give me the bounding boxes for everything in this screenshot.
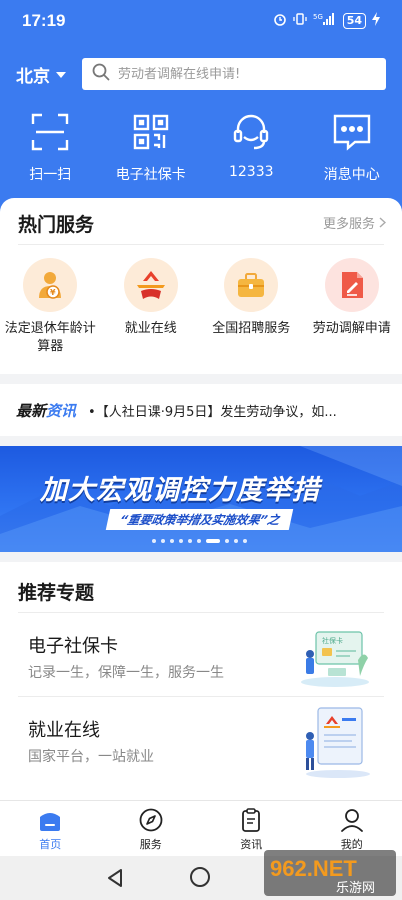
carousel-dot-active[interactable] <box>206 539 220 543</box>
home-button-icon[interactable] <box>190 867 210 887</box>
status-icons: 5G 54 <box>273 12 380 29</box>
topic-social-card[interactable]: 电子社保卡 记录一生，保障一生，服务一生 社保卡 <box>0 614 402 700</box>
more-label: 更多服务 <box>322 217 375 232</box>
tab-news[interactable]: 资讯 <box>201 801 302 856</box>
search-input[interactable] <box>118 66 368 82</box>
svg-text:社保卡: 社保卡 <box>322 636 343 645</box>
banner-title: 加大宏观调控力度举措 <box>40 475 320 506</box>
tab-home[interactable]: 首页 <box>0 801 101 856</box>
carousel-dot[interactable] <box>170 539 174 543</box>
recommended-section: 推荐专题 电子社保卡 记录一生，保障一生，服务一生 社保卡 就业在线 国家平台，… <box>0 562 402 802</box>
promo-banner[interactable]: 加大宏观调控力度举措 “重要政策举措及实施效果”之 <box>0 446 402 552</box>
service-recruitment[interactable]: 全国招聘服务 <box>201 258 302 356</box>
quick-hotline[interactable]: 12333 <box>201 110 302 184</box>
topic-desc: 记录一生，保障一生，服务一生 <box>28 665 224 681</box>
hot-services-card: 热门服务 更多服务 ¥ 法定退休年龄计算器 就业在线 全国招聘服务 劳动调解申请 <box>0 198 402 374</box>
divider <box>18 244 384 245</box>
svg-text:5G: 5G <box>313 13 323 21</box>
service-label: 全国招聘服务 <box>212 321 291 336</box>
topic-employment[interactable]: 就业在线 国家平台，一站就业 <box>0 698 402 784</box>
bottom-tab-bar: 首页 服务 资讯 我的 <box>0 800 402 856</box>
tab-label: 首页 <box>39 838 62 851</box>
carousel-dot[interactable] <box>197 539 201 543</box>
watermark-text: 962.NET <box>270 856 357 881</box>
tab-services[interactable]: 服务 <box>101 801 202 856</box>
social-card-illustration: 社保卡 <box>301 631 369 687</box>
carousel-dot[interactable] <box>161 539 165 543</box>
carousel-dot[interactable] <box>234 539 238 543</box>
search-bar[interactable] <box>82 58 386 90</box>
employment-logo-icon <box>123 258 178 312</box>
quick-label: 12333 <box>228 164 274 180</box>
tab-label: 资讯 <box>240 838 263 851</box>
clipboard-icon <box>238 807 264 833</box>
divider <box>18 696 384 697</box>
carousel-dot[interactable] <box>243 539 247 543</box>
chevron-down-icon <box>56 71 66 78</box>
quick-scan[interactable]: 扫一扫 <box>0 110 101 184</box>
services-grid: ¥ 法定退休年龄计算器 就业在线 全国招聘服务 劳动调解申请 <box>0 258 402 356</box>
carousel-dot[interactable] <box>188 539 192 543</box>
home-icon <box>37 807 63 833</box>
topic-name: 电子社保卡 <box>28 636 118 657</box>
quick-actions: 扫一扫 电子社保卡 12333 消息中心 <box>0 110 402 184</box>
watermark-logo: 962.NET 乐游网 <box>264 850 396 896</box>
city-label: 北京 <box>16 67 50 87</box>
document-edit-icon <box>324 258 379 312</box>
chevron-right-icon <box>379 217 386 228</box>
service-employment[interactable]: 就业在线 <box>101 258 202 356</box>
employment-illustration <box>306 707 370 778</box>
news-logo: 最新资讯 <box>16 400 76 421</box>
topic-desc: 国家平台，一站就业 <box>28 749 154 765</box>
carousel-dots[interactable] <box>152 539 247 543</box>
header: 17:19 5G 54 北京 劳动者调解在线申请! 扫一扫 电子社保卡 1233… <box>0 0 402 230</box>
tab-profile[interactable]: 我的 <box>302 801 402 856</box>
back-icon[interactable] <box>106 868 124 888</box>
divider <box>18 612 384 613</box>
svg-text:¥: ¥ <box>50 288 56 297</box>
retirement-calculator-icon: ¥ <box>23 258 78 312</box>
tab-label: 服务 <box>139 838 162 851</box>
section-title: 推荐专题 <box>18 582 95 604</box>
briefcase-icon <box>224 258 279 312</box>
quick-label: 电子社保卡 <box>115 167 186 183</box>
alarm-icon <box>273 12 287 29</box>
carousel-dot[interactable] <box>179 539 183 543</box>
banner-subtitle: “重要政策举措及实施效果”之 <box>105 509 294 530</box>
more-services-link[interactable]: 更多服务 <box>323 213 386 232</box>
battery-indicator: 54 <box>342 12 366 29</box>
news-logo-main: 最新 <box>16 401 47 420</box>
quick-social-card[interactable]: 电子社保卡 <box>101 110 202 184</box>
compass-icon <box>138 807 164 833</box>
carousel-dot[interactable] <box>225 539 229 543</box>
quick-label: 消息中心 <box>323 167 380 183</box>
section-title: 热门服务 <box>18 214 95 236</box>
carousel-dot[interactable] <box>152 539 156 543</box>
qr-code-icon <box>129 110 173 154</box>
service-label: 就业在线 <box>124 321 177 336</box>
charging-icon <box>372 12 380 29</box>
watermark-sub: 乐游网 <box>336 881 375 896</box>
status-time: 17:19 <box>22 11 66 30</box>
news-ticker[interactable]: 最新资讯 •【人社日课·9月5日】发生劳动争议，如... <box>0 384 402 436</box>
service-label: 法定退休年龄计算器 <box>4 321 96 354</box>
service-label: 劳动调解申请 <box>312 321 391 336</box>
news-logo-accent: 资讯 <box>46 401 77 420</box>
message-icon <box>330 110 374 154</box>
service-retirement[interactable]: ¥ 法定退休年龄计算器 <box>0 258 101 356</box>
quick-label: 扫一扫 <box>29 167 72 183</box>
headset-icon <box>229 110 273 154</box>
user-icon <box>339 807 365 833</box>
scan-icon <box>28 110 72 154</box>
quick-messages[interactable]: 消息中心 <box>302 110 402 184</box>
search-icon <box>92 63 110 85</box>
signal-5g-icon: 5G <box>313 12 337 29</box>
city-selector[interactable]: 北京 <box>16 62 66 87</box>
topic-name: 就业在线 <box>28 720 100 741</box>
vibrate-icon <box>293 12 307 29</box>
service-mediation[interactable]: 劳动调解申请 <box>302 258 402 356</box>
status-bar: 17:19 5G 54 <box>0 0 402 44</box>
news-headline[interactable]: •【人社日课·9月5日】发生劳动争议，如... <box>88 401 337 420</box>
